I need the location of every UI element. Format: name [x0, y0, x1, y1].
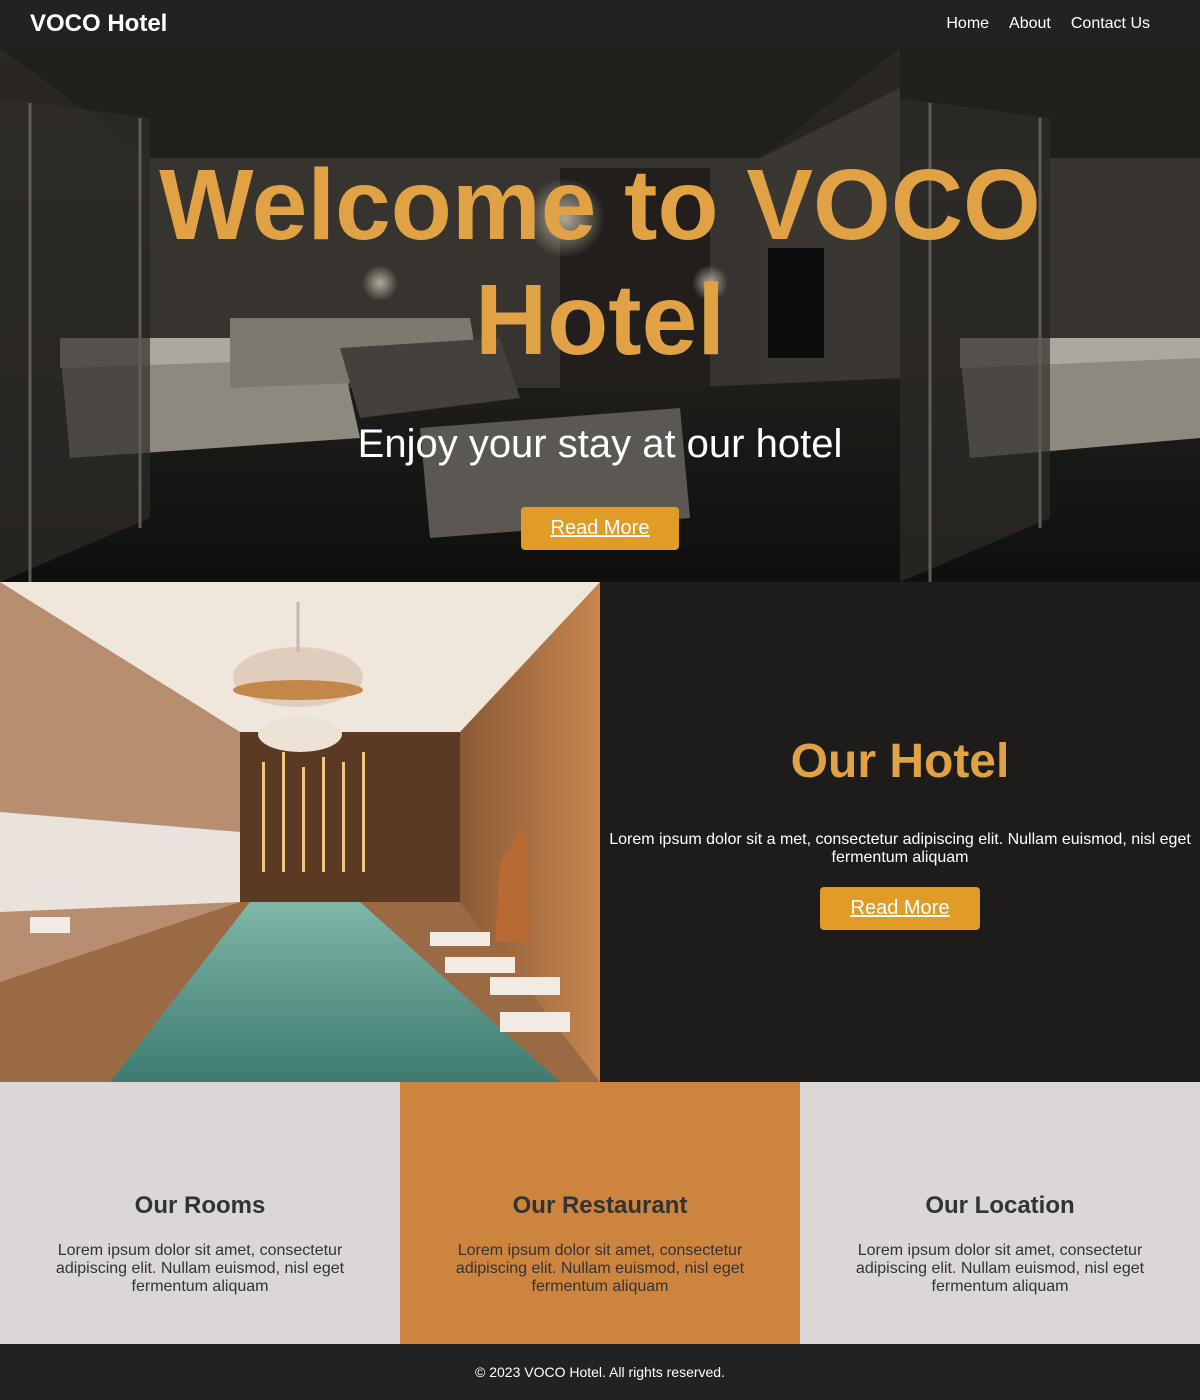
feature-rooms-text: Lorem ipsum dolor sit amet, consectetur …: [55, 1242, 345, 1295]
our-hotel-section: Our Hotel Lorem ipsum dolor sit a met, c…: [0, 582, 1200, 1082]
hotel-read-more-button[interactable]: Read More: [820, 887, 980, 930]
feature-location: Our Location Lorem ipsum dolor sit amet,…: [800, 1082, 1200, 1344]
feature-location-title: Our Location: [925, 1192, 1075, 1219]
hotel-title: Our Hotel: [790, 735, 1010, 788]
feature-rooms-title: Our Rooms: [134, 1192, 266, 1219]
hero-section: Welcome to VOCO Hotel Enjoy your stay at…: [0, 48, 1200, 582]
hero-title: Welcome to VOCO Hotel: [159, 149, 1041, 376]
feature-location-text: Lorem ipsum dolor sit amet, consectetur …: [855, 1242, 1145, 1295]
nav-links: Home About Contact Us: [946, 15, 1150, 33]
feature-rooms: Our Rooms Lorem ipsum dolor sit amet, co…: [0, 1082, 400, 1344]
hotel-text-panel: Our Hotel Lorem ipsum dolor sit a met, c…: [600, 582, 1200, 1082]
feature-restaurant-text: Lorem ipsum dolor sit amet, consectetur …: [455, 1242, 745, 1295]
hotel-description: Lorem ipsum dolor sit a met, consectetur…: [609, 831, 1191, 866]
feature-restaurant-title: Our Restaurant: [512, 1192, 688, 1219]
hero-read-more-button[interactable]: Read More: [521, 507, 679, 550]
top-navbar: VOCO Hotel Home About Contact Us: [0, 0, 1200, 48]
features-section: Our Rooms Lorem ipsum dolor sit amet, co…: [0, 1082, 1200, 1344]
hero-content: Welcome to VOCO Hotel Enjoy your stay at…: [0, 48, 1200, 582]
footer-copyright: © 2023 VOCO Hotel. All rights reserved.: [475, 1364, 725, 1380]
nav-link-contact[interactable]: Contact Us: [1071, 15, 1150, 33]
hotel-pool-image: [0, 582, 600, 1082]
nav-link-home[interactable]: Home: [946, 15, 989, 33]
nav-link-about[interactable]: About: [1009, 15, 1051, 33]
footer: © 2023 VOCO Hotel. All rights reserved.: [0, 1344, 1200, 1400]
feature-restaurant: Our Restaurant Lorem ipsum dolor sit ame…: [400, 1082, 800, 1344]
brand-logo-text[interactable]: VOCO Hotel: [30, 10, 167, 38]
hero-subtitle: Enjoy your stay at our hotel: [357, 422, 843, 466]
